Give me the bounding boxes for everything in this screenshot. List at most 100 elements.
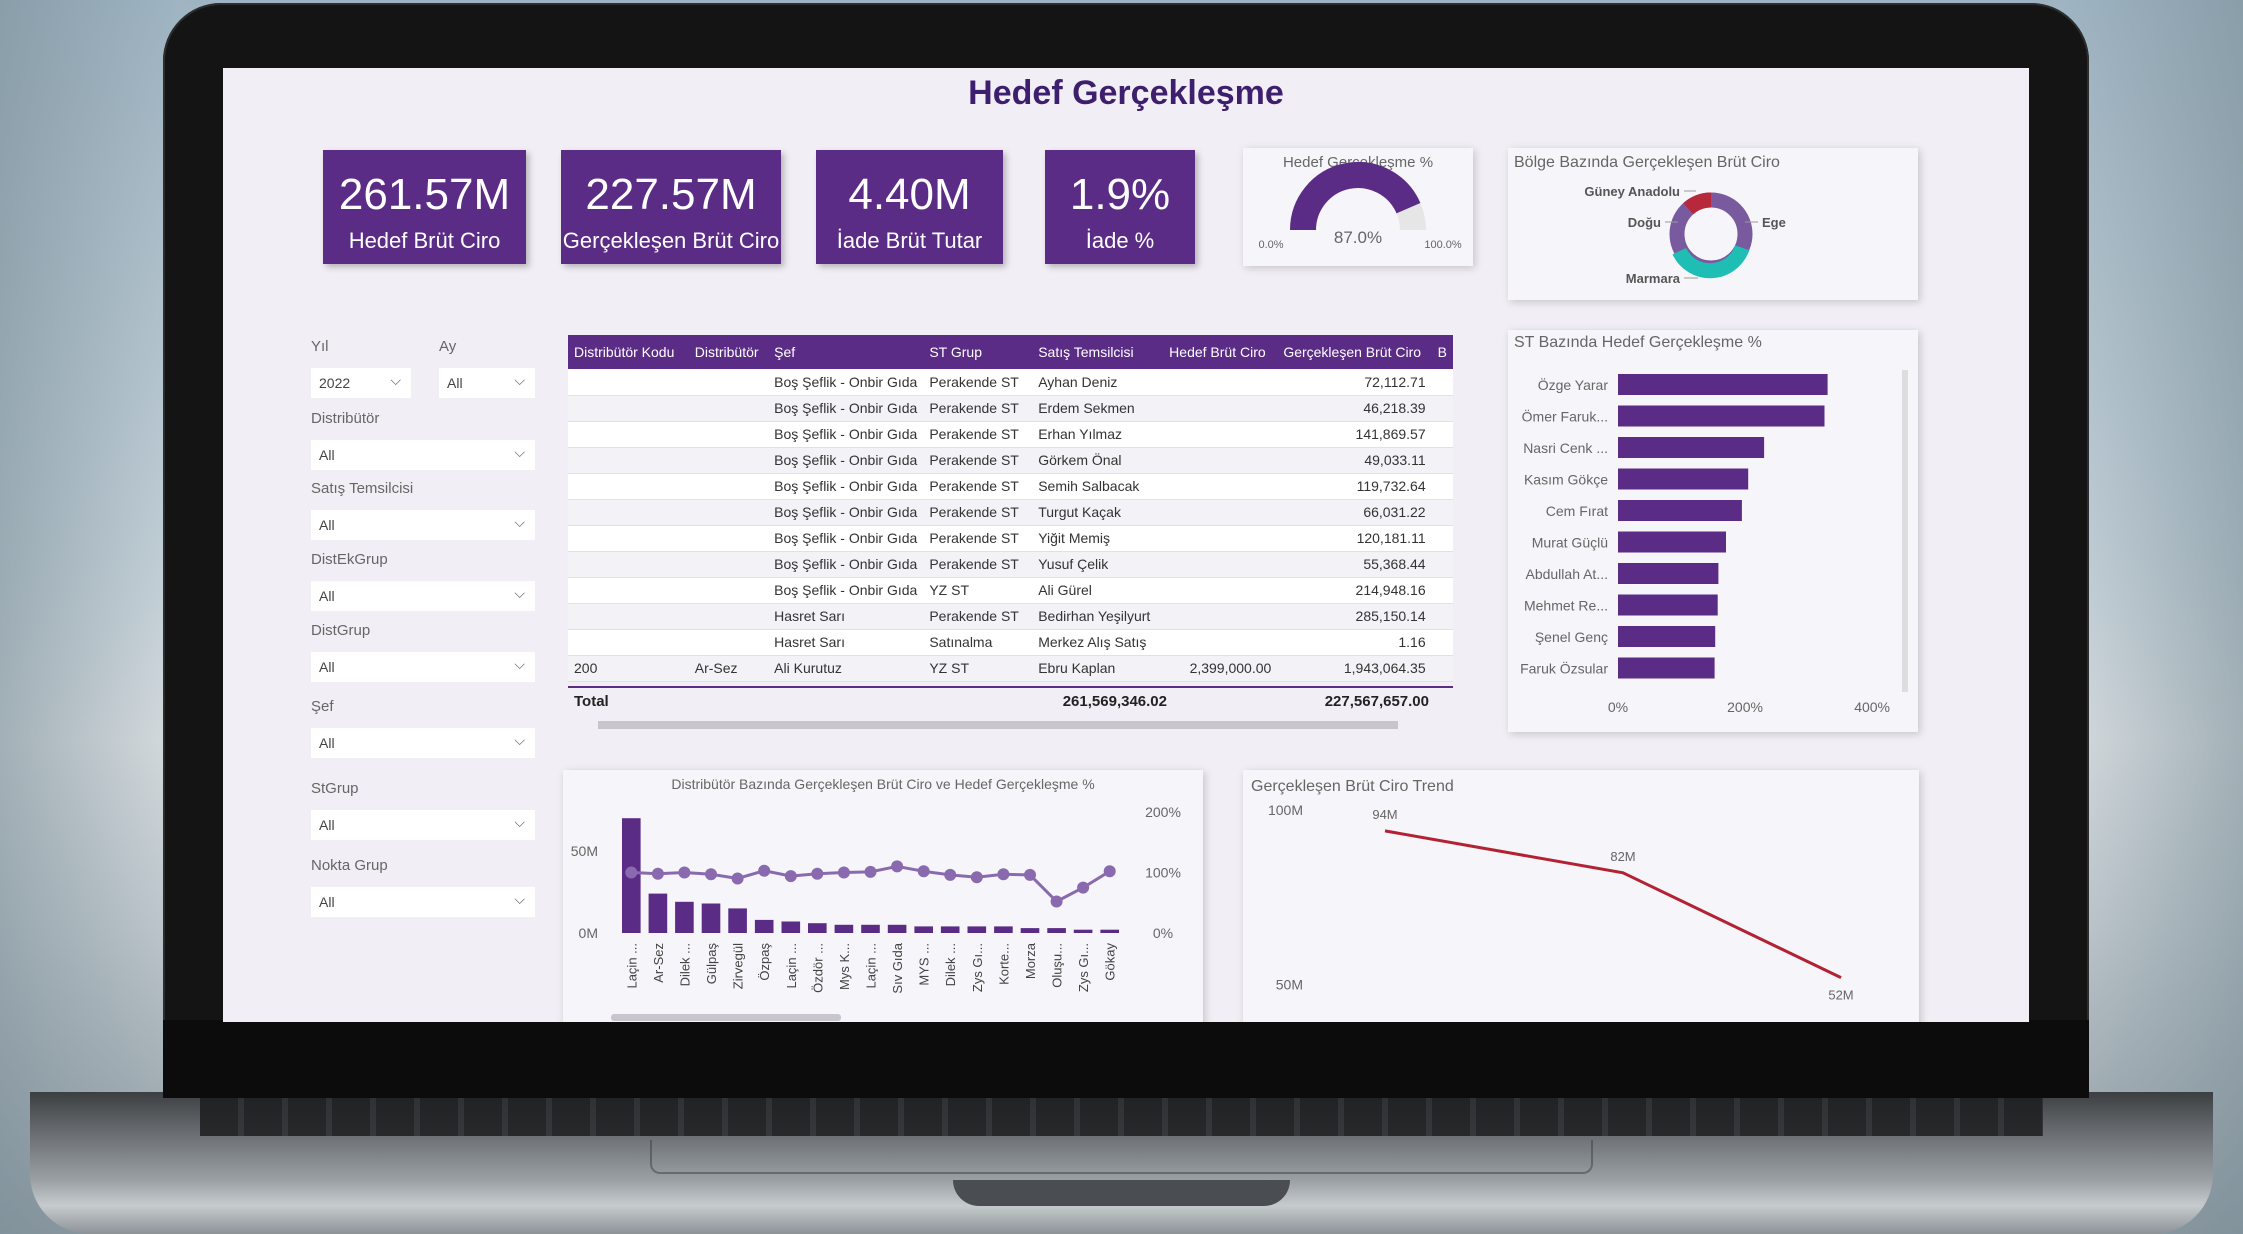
table-cell: 1.16	[1277, 629, 1432, 656]
combo-right-tick: 200%	[1145, 804, 1181, 820]
table-cell: 285,150.14	[1277, 603, 1432, 630]
table-cell	[568, 629, 689, 656]
gauge-chart: 87.0% 0.0% 100.0%	[1258, 162, 1462, 251]
slicer-sef-value: All	[319, 735, 335, 751]
laptop-trackpad	[650, 1140, 1593, 1174]
combo-bar	[808, 923, 827, 933]
combo-line-point	[891, 860, 904, 873]
table-cell	[1163, 369, 1278, 396]
combo-line-point	[864, 865, 877, 878]
slicer-distekgrup-value: All	[319, 588, 335, 604]
chevron-down-icon: ⌵	[514, 814, 525, 830]
table-cell: Perakende ST	[923, 369, 1033, 396]
gauge-card[interactable]: Hedef Gerçekleşme % 87.0% 0.0% 100.0%	[1243, 148, 1473, 266]
slicer-distributor[interactable]: All ⌵	[311, 440, 535, 470]
table-cell	[1431, 421, 1453, 448]
combo-category-label: Dilek ...	[677, 943, 692, 986]
table-row[interactable]: Boş Şeflik - Onbir Gıda Perakende ST Erhan…	[568, 421, 1453, 448]
column-header[interactable]: Şef	[768, 335, 924, 369]
table-row[interactable]: Boş Şeflik - Onbir Gıda Perakende ST Yiğit…	[568, 525, 1453, 552]
slicer-ay[interactable]: All ⌵	[439, 368, 535, 398]
table-cell: Boş Şeflik - Onbir Gıda	[768, 421, 924, 448]
combo-category-label: Gökay	[1103, 943, 1118, 981]
kpi-value: 4.40M	[848, 170, 971, 219]
gauge-min-label: 0.0%	[1258, 239, 1283, 251]
donut-label-dogu: Doğu	[1628, 215, 1661, 230]
combo-category-label: Zys Gı...	[1076, 943, 1091, 992]
table-cell	[568, 447, 689, 474]
table-cell: YZ ST	[923, 577, 1033, 604]
scrollbar-thumb[interactable]	[598, 721, 1398, 729]
table-cell	[688, 603, 769, 630]
table-row[interactable]: Boş Şeflik - Onbir Gıda Perakende ST Görke…	[568, 447, 1453, 474]
table-cell	[1163, 499, 1278, 526]
table-horizontal-scrollbar[interactable]	[568, 718, 1453, 732]
st-bar-card[interactable]: ST Bazında Hedef Gerçekleşme % 0% 200% 400…	[1508, 330, 1918, 732]
column-header[interactable]: Hedef Brüt Ciro	[1163, 335, 1278, 369]
slicer-nokta-grup-label: Nokta Grup	[311, 857, 388, 874]
table-row[interactable]: Boş Şeflik - Onbir Gıda Perakende ST Semih…	[568, 473, 1453, 500]
table-cell: 1,943,064.35	[1277, 655, 1432, 682]
table-cell: Boş Şeflik - Onbir Gıda	[768, 577, 924, 604]
combo-line-point	[705, 868, 717, 881]
slicer-distgrup[interactable]: All ⌵	[311, 652, 535, 682]
table-cell: Boş Şeflik - Onbir Gıda	[768, 395, 924, 422]
trend-card[interactable]: Gerçekleşen Brüt Ciro Trend 50M 100M 94M 82…	[1243, 770, 1919, 1022]
column-header[interactable]: Distribütör Kodu	[568, 335, 689, 369]
gauge-fill	[1290, 162, 1421, 231]
table-cell: Görkem Önal	[1032, 447, 1164, 474]
combo-bar	[1047, 928, 1066, 933]
combo-line-point	[1024, 868, 1036, 881]
st-bar-category-label: Kasım Gökçe	[1524, 472, 1608, 488]
chevron-down-icon: ⌵	[514, 891, 525, 907]
column-header[interactable]: Gerçekleşen Brüt Ciro	[1277, 335, 1432, 369]
combo-card[interactable]: Distribütör Bazında Gerçekleşen Brüt Cir…	[563, 770, 1203, 1022]
donut-label-ege: Ege	[1762, 215, 1786, 230]
table-cell: Perakende ST	[923, 525, 1033, 552]
st-bar-bar	[1618, 405, 1825, 427]
slicer-distekgrup[interactable]: All ⌵	[311, 581, 535, 611]
slicer-sef[interactable]: All ⌵	[311, 728, 535, 758]
combo-bar	[994, 926, 1013, 933]
table-cell	[1431, 629, 1453, 656]
slicer-distgrup-value: All	[319, 659, 335, 675]
table-cell: 55,368.44	[1277, 551, 1432, 578]
slicer-yil[interactable]: 2022 ⌵	[311, 368, 411, 398]
combo-bar	[648, 893, 668, 933]
table-row[interactable]: Hasret Sarı Satınalma Merkez Alış Satış 1.1…	[568, 629, 1453, 656]
column-header[interactable]: Satış Temsilcisi	[1032, 335, 1164, 369]
combo-line-point	[837, 866, 850, 879]
table-cell	[1163, 421, 1278, 448]
slicer-satis-temsilcisi[interactable]: All ⌵	[311, 510, 535, 540]
combo-bar	[1100, 929, 1119, 933]
st-bar-bar	[1618, 563, 1719, 584]
table-cell	[1431, 447, 1453, 474]
table-cell: Boş Şeflik - Onbir Gıda	[768, 369, 924, 396]
table-row[interactable]: Boş Şeflik - Onbir Gıda Perakende ST Turgu…	[568, 499, 1453, 526]
column-header[interactable]: ST Grup	[923, 335, 1033, 369]
table-cell	[1431, 499, 1453, 526]
trend-point-label: 94M	[1372, 807, 1397, 822]
slicer-stgrup[interactable]: All ⌵	[311, 810, 535, 840]
column-header[interactable]: B	[1431, 335, 1453, 369]
column-header[interactable]: Distribütör	[688, 335, 769, 369]
slicer-distekgrup-label: DistEkGrup	[311, 551, 388, 568]
table-row[interactable]: Hasret Sarı Perakende ST Bedirhan Yeşilyur…	[568, 603, 1453, 630]
combo-bar	[1020, 928, 1040, 933]
table-row[interactable]: Boş Şeflik - Onbir Gıda Perakende ST Yusuf…	[568, 551, 1453, 578]
combo-category-label: MYS ...	[917, 943, 932, 986]
combo-bar	[754, 919, 774, 933]
st-bar-bar	[1618, 468, 1749, 490]
table-row[interactable]: Boş Şeflik - Onbir Gıda Perakende ST Erdem…	[568, 395, 1453, 422]
slicer-nokta-grup[interactable]: All ⌵	[311, 887, 535, 917]
table-row[interactable]: Boş Şeflik - Onbir Gıda Perakende ST Ayhan…	[568, 369, 1453, 396]
donut-label-guney: Güney Anadolu	[1584, 184, 1680, 199]
table-cell	[568, 395, 689, 422]
table-row[interactable]: 200 Ar-Sez Ali Kurutuz YZ ST Ebru Kaplan 2,39…	[568, 655, 1453, 682]
st-bar-category-label: Faruk Özsular	[1520, 660, 1608, 677]
table-cell: Perakende ST	[923, 603, 1033, 630]
table-cell	[1163, 395, 1278, 422]
donut-card[interactable]: Bölge Bazında Gerçekleşen Brüt Ciro Güne…	[1508, 148, 1918, 300]
table-row[interactable]: Boş Şeflik - Onbir Gıda YZ ST Ali Gürel 214…	[568, 577, 1453, 604]
table-cell	[568, 551, 689, 578]
